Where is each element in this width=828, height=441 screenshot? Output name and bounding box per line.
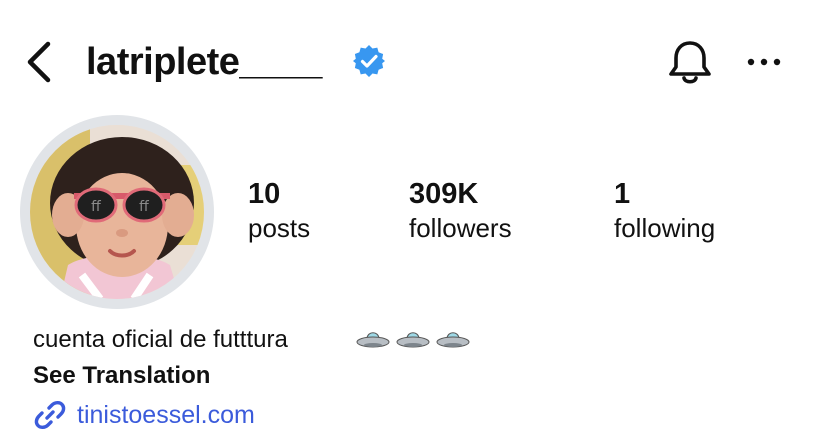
- bell-icon: [669, 41, 711, 84]
- website-url: tinistoessel.com: [77, 401, 255, 429]
- svg-text:ff: ff: [139, 199, 149, 215]
- stat-followers-label: followers: [409, 213, 512, 243]
- notifications-button[interactable]: [664, 38, 716, 88]
- stat-posts[interactable]: 10 posts: [248, 176, 310, 244]
- profile-avatar[interactable]: ff ff: [20, 115, 214, 309]
- ufo-icon: [356, 332, 390, 348]
- see-translation-link[interactable]: See Translation: [33, 360, 210, 392]
- stat-following-label: following: [614, 213, 716, 243]
- bio-text: cuenta oficial de futttura: [33, 326, 288, 353]
- svg-text:ff: ff: [91, 199, 101, 215]
- stat-followers-value: 309K: [409, 178, 479, 210]
- ufo-icon: [436, 332, 470, 348]
- verified-badge-icon: [352, 44, 386, 78]
- link-icon: [34, 400, 66, 430]
- profile-website-link[interactable]: tinistoessel.com: [33, 398, 255, 432]
- bio-emoji: [356, 326, 470, 354]
- stat-followers[interactable]: 309K followers: [409, 176, 512, 244]
- ellipsis-icon: [747, 58, 781, 66]
- chevron-left-icon: [27, 41, 51, 83]
- stat-posts-value: 10: [248, 178, 281, 210]
- more-options-button[interactable]: [742, 44, 786, 80]
- stat-following[interactable]: 1 following: [614, 176, 715, 244]
- ufo-icon: [396, 332, 430, 348]
- avatar-photo: ff ff: [30, 125, 204, 299]
- back-button[interactable]: [20, 38, 60, 86]
- stat-following-value: 1: [614, 178, 631, 210]
- stat-posts-label: posts: [248, 213, 311, 243]
- profile-username: latriplete____: [86, 41, 322, 83]
